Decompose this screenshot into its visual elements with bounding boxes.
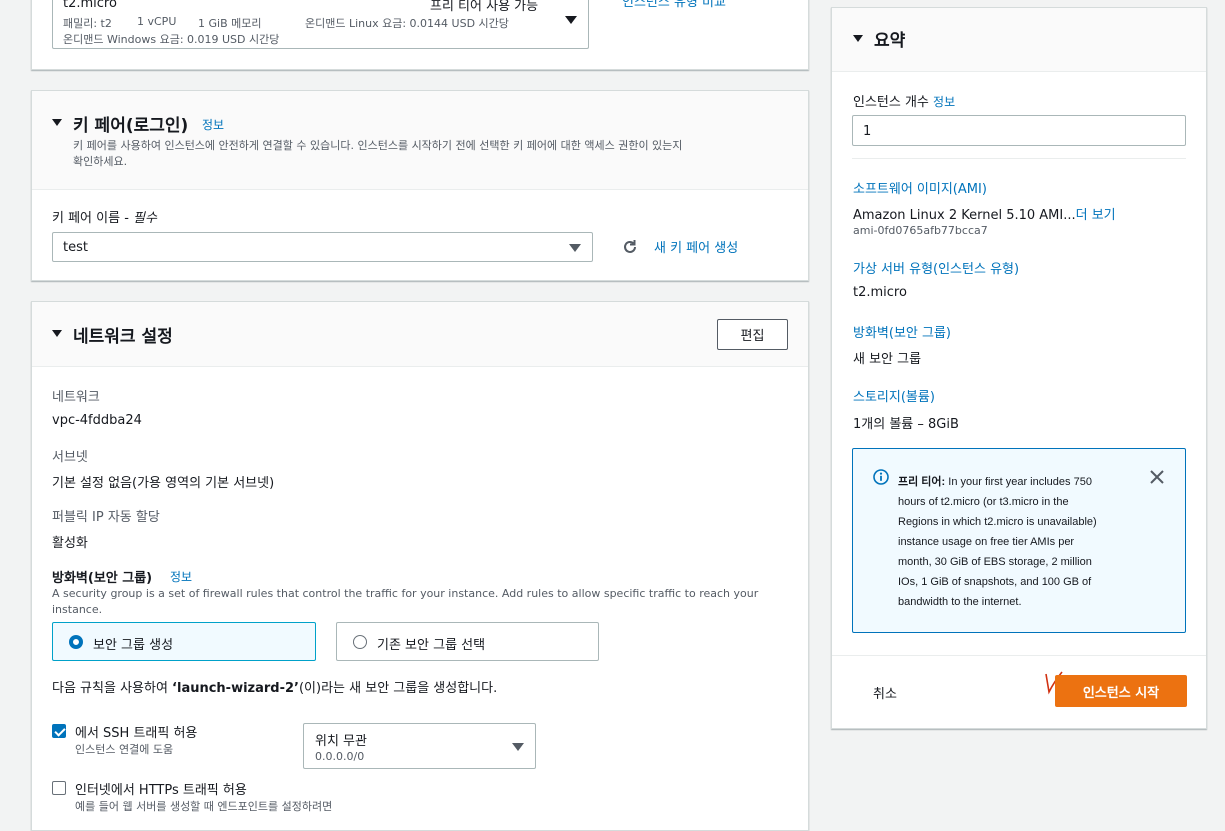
storage-title-link[interactable]: 스토리지(볼륨): [853, 386, 935, 405]
key-pair-field-label: 키 페어 이름 - 필수: [52, 207, 157, 226]
storage-value: 1개의 볼륨 – 8GiB: [853, 417, 959, 432]
caret-down-icon: [512, 743, 524, 751]
instance-type-select[interactable]: t2.micro 프리 티어 사용 가능 패밀리: t2 1 vCPU 1 Gi…: [52, 0, 589, 49]
windows-price: 온디맨드 Windows 요금: 0.019 USD 시간당: [63, 33, 280, 46]
summary-panel: 요약 인스턴스 개수 정보 1 소프트웨어 이미지(AMI) Amazon Li…: [831, 7, 1207, 729]
radio-existing-security-group[interactable]: 기존 보안 그룹 선택: [336, 622, 599, 661]
firewall-desc-1: A security group is a set of firewall ru…: [52, 587, 759, 600]
firewall-desc-2: instance.: [52, 603, 103, 616]
firewall-info-link[interactable]: 정보: [170, 568, 192, 585]
info-icon: [873, 469, 889, 485]
public-ip-label: 퍼블릭 IP 자동 할당: [52, 510, 160, 525]
launch-instance-button[interactable]: 인스턴스 시작: [1055, 675, 1187, 707]
radio-existing-label: 기존 보안 그룹 선택: [377, 638, 486, 653]
ssh-source-value: 0.0.0.0/0: [315, 750, 365, 763]
ami-value: Amazon Linux 2 Kernel 5.10 AMI...더 보기: [853, 204, 1116, 223]
rule-text-prefix: 다음 규칙을 사용하여: [52, 681, 173, 696]
instance-count-value: 1: [863, 124, 872, 139]
key-pair-select[interactable]: test: [52, 232, 593, 262]
firewall-title: 방화벽(보안 그룹): [52, 571, 153, 586]
ssh-label: 에서 SSH 트래픽 허용: [75, 726, 198, 741]
https-label: 인터넷에서 HTTPs 트래픽 허용: [75, 783, 247, 798]
create-key-pair-link[interactable]: 새 키 페어 생성: [654, 237, 738, 256]
ami-more-link[interactable]: 더 보기: [1076, 208, 1116, 223]
key-pair-desc-2: 확인하세요.: [73, 155, 128, 168]
summary-title: 요약: [874, 31, 906, 51]
free-tier-line-7: bandwidth to the internet.: [898, 596, 1022, 608]
instance-count-label-text: 인스턴스 개수: [853, 95, 929, 110]
key-pair-selected: test: [63, 240, 88, 255]
https-sub: 예를 들어 웹 서버를 생성할 때 엔드포인트를 설정하려면: [75, 800, 333, 813]
instance-memory: 1 GiB 메모리: [198, 17, 262, 30]
https-checkbox[interactable]: [52, 781, 66, 795]
ami-title-link[interactable]: 소프트웨어 이미지(AMI): [853, 178, 987, 197]
instance-count-input[interactable]: 1: [852, 115, 1186, 146]
key-pair-panel: 키 페어(로그인) 정보 키 페어를 사용하여 인스턴스에 안전하게 연결할 수…: [31, 90, 809, 281]
subnet-value: 기본 설정 없음(가용 영역의 기본 서브넷): [52, 476, 275, 491]
key-pair-title: 키 페어(로그인): [73, 116, 189, 136]
firewall-title-link[interactable]: 방화벽(보안 그룹): [853, 322, 951, 341]
radio-dot: [353, 635, 367, 649]
subnet-label: 서브넷: [52, 450, 88, 465]
compare-instance-types-link[interactable]: 인스턴스 유형 비교: [622, 0, 726, 10]
ami-value-text: Amazon Linux 2 Kernel 5.10 AMI...: [853, 208, 1076, 223]
free-tier-line-3: Regions in which t2.micro is unavailable…: [898, 516, 1097, 528]
free-tier-line-1-text: In your first year includes 750: [945, 476, 1092, 488]
instance-type-panel: t2.micro 프리 티어 사용 가능 패밀리: t2 1 vCPU 1 Gi…: [31, 0, 809, 70]
instance-family: 패밀리: t2: [63, 17, 112, 30]
public-ip-value: 활성화: [52, 536, 88, 551]
instance-count-label: 인스턴스 개수 정보: [853, 91, 955, 110]
ssh-source-label: 위치 무관: [315, 734, 367, 749]
network-label: 네트워크: [52, 390, 100, 405]
free-tier-label: 프리 티어 사용 가능: [430, 0, 539, 14]
network-panel: 네트워크 설정 편집 네트워크 vpc-4fddba24 서브넷 기본 설정 없…: [31, 301, 809, 831]
key-pair-desc-1: 키 페어를 사용하여 인스턴스에 안전하게 연결할 수 있습니다. 인스턴스를 …: [73, 139, 683, 152]
rule-text-name: ‘launch-wizard-2’: [172, 681, 299, 696]
ssh-checkbox[interactable]: [52, 724, 66, 738]
caret-down-icon: [569, 244, 581, 252]
ssh-sub: 인스턴스 연결에 도움: [75, 743, 174, 756]
key-pair-info-link[interactable]: 정보: [202, 116, 224, 133]
free-tier-line-5: month, 30 GiB of EBS storage, 2 million: [898, 556, 1092, 568]
instance-type-value: t2.micro: [853, 285, 907, 300]
free-tier-line-4: instance usage on free tier AMIs per: [898, 536, 1075, 548]
caret-down-icon: [565, 16, 577, 24]
free-tier-line-1: 프리 티어: In your first year includes 750: [898, 472, 1168, 492]
key-pair-required: 필수: [133, 211, 157, 226]
cancel-button[interactable]: 취소: [873, 683, 897, 702]
rule-text-suffix: (이)라는 새 보안 그룹을 생성합니다.: [298, 681, 498, 696]
collapse-caret-icon[interactable]: [52, 119, 62, 126]
instance-count-info-link[interactable]: 정보: [933, 95, 955, 109]
ssh-source-select[interactable]: 위치 무관 0.0.0.0/0: [303, 723, 536, 769]
free-tier-text: 프리 티어: In your first year includes 750 h…: [898, 472, 1168, 612]
divider: [852, 158, 1186, 159]
instance-type-name: t2.micro: [63, 0, 117, 11]
refresh-icon[interactable]: [620, 237, 640, 257]
free-tier-info-box: 프리 티어: In your first year includes 750 h…: [852, 448, 1186, 633]
free-tier-line-2: hours of t2.micro (or t3.micro in the: [898, 496, 1069, 508]
instance-vcpu: 1 vCPU: [137, 15, 177, 28]
free-tier-title: 프리 티어:: [898, 476, 946, 488]
rule-description: 다음 규칙을 사용하여 ‘launch-wizard-2’(이)라는 새 보안 …: [52, 677, 497, 696]
collapse-caret-icon[interactable]: [853, 35, 863, 42]
collapse-caret-icon[interactable]: [52, 330, 62, 337]
divider: [832, 655, 1206, 656]
key-pair-field-label-text: 키 페어 이름 -: [52, 211, 134, 226]
linux-price: 온디맨드 Linux 요금: 0.0144 USD 시간당: [305, 17, 509, 30]
radio-dot-selected: [69, 635, 83, 649]
ami-id: ami-0fd0765afb77bcca7: [853, 224, 988, 237]
free-tier-line-6: IOs, 1 GiB of snapshots, and 100 GB of: [898, 576, 1092, 588]
radio-create-label: 보안 그룹 생성: [93, 638, 174, 653]
network-title: 네트워크 설정: [73, 327, 173, 347]
edit-button[interactable]: 편집: [717, 319, 788, 350]
instance-type-title-link[interactable]: 가상 서버 유형(인스턴스 유형): [853, 258, 1019, 277]
close-icon[interactable]: [1149, 469, 1165, 485]
network-value: vpc-4fddba24: [52, 413, 142, 428]
radio-create-security-group[interactable]: 보안 그룹 생성: [52, 622, 316, 661]
firewall-value: 새 보안 그룹: [853, 352, 922, 367]
